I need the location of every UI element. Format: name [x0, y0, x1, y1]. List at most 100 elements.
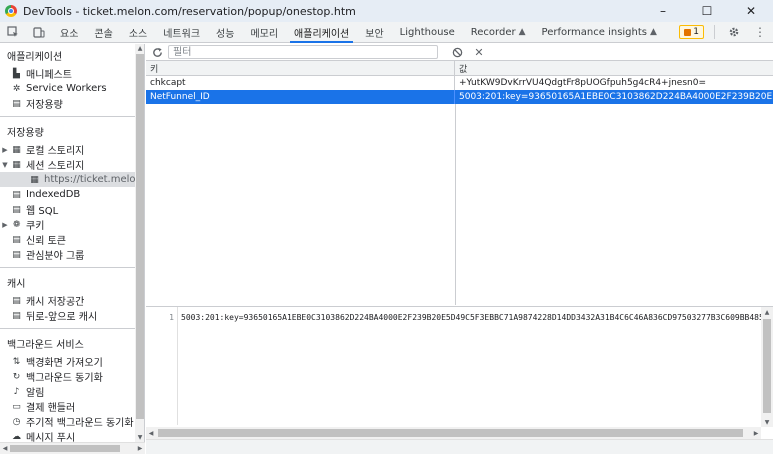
refresh-icon[interactable]	[146, 44, 168, 60]
scrollbar-thumb[interactable]	[158, 429, 743, 437]
sidebar-item-label: 쿠키	[26, 221, 45, 232]
sidebar-item-manifest[interactable]: ▙ 매니페스트	[0, 66, 135, 82]
inspect-element-icon[interactable]	[0, 22, 26, 42]
more-options-icon[interactable]: ⋮	[747, 22, 773, 42]
sidebar-item-push-messaging[interactable]: ☁ 메시지 푸시	[0, 429, 135, 443]
window-controls: – ☐ ✕	[641, 0, 773, 22]
sidebar-item-interest-groups[interactable]: ▤ 관심분야 그룹	[0, 247, 135, 263]
sidebar-item-session-storage[interactable]: ▼ ▦ 세션 스토리지	[0, 157, 135, 173]
sidebar-item-web-sql[interactable]: ▤ 웹 SQL	[0, 202, 135, 218]
flask-icon: ▲	[518, 27, 526, 37]
database-icon: ▤	[12, 234, 21, 245]
sidebar-item-label: 매니페스트	[26, 70, 72, 81]
scroll-right-arrow-icon[interactable]: ▶	[751, 427, 761, 439]
preview-horizontal-scrollbar[interactable]: ◀ ▶	[146, 427, 761, 439]
section-cache: 캐시	[7, 278, 26, 290]
sidebar-item-label: 로컬 스토리지	[26, 146, 85, 157]
clear-all-icon[interactable]	[446, 44, 468, 60]
storage-main-panel: ✕ 키 값 chkcapt +YutKW9DvKrrVU4QdgtFr8pUOG…	[146, 44, 773, 454]
sidebar-item-label: https://ticket.melon.com	[44, 174, 135, 185]
row-key[interactable]: NetFunnel_ID	[146, 90, 455, 104]
section-application: 애플리케이션	[7, 51, 63, 63]
table-row-selected[interactable]: NetFunnel_ID 5003:201:key=93650165A1EBE0…	[146, 90, 773, 104]
minimize-button[interactable]: –	[641, 0, 685, 22]
row-value[interactable]: 5003:201:key=93650165A1EBE0C3103862D224B…	[455, 90, 773, 104]
tab-security[interactable]: 보안	[357, 22, 391, 42]
sidebar-horizontal-scrollbar[interactable]: ◀ ▶	[0, 442, 145, 454]
value-preview-text[interactable]: 5003:201:key=93650165A1EBE0C3103862D224B…	[181, 313, 761, 322]
sidebar-item-session-origin[interactable]: ▦ https://ticket.melon.com	[0, 172, 135, 187]
sidebar-item-bfcache[interactable]: ▤ 뒤로-앞으로 캐시	[0, 308, 135, 324]
scroll-right-arrow-icon[interactable]: ▶	[135, 443, 145, 454]
device-toolbar-icon[interactable]	[26, 22, 52, 42]
scrollbar-thumb[interactable]	[136, 54, 144, 419]
sidebar-item-periodic-sync[interactable]: ◷ 주기적 백그라운드 동기화	[0, 414, 135, 430]
window-titlebar: DevTools - ticket.melon.com/reservation/…	[0, 0, 773, 22]
sidebar-item-background-sync[interactable]: ↻ 백그라운드 동기화	[0, 369, 135, 385]
tab-lighthouse[interactable]: Lighthouse	[392, 22, 463, 42]
divider	[0, 267, 135, 268]
column-header-value[interactable]: 값	[455, 61, 773, 75]
application-sidebar: 애플리케이션 ▙ 매니페스트 ✲ Service Workers ▤ 저장용량 저장용…	[0, 44, 135, 442]
line-gutter: 1	[146, 307, 178, 425]
delete-selected-icon[interactable]: ✕	[468, 44, 490, 60]
flask-icon: ▲	[650, 27, 657, 37]
sidebar-item-indexeddb[interactable]: ▤ IndexedDB	[0, 187, 135, 202]
expand-arrow-icon[interactable]: ▶	[0, 221, 10, 229]
scroll-left-arrow-icon[interactable]: ◀	[146, 427, 156, 439]
sidebar-item-label: 결제 핸들러	[26, 403, 76, 414]
table-row[interactable]: chkcapt +YutKW9DvKrrVU4QdgtFr8pUOGfpuh5g…	[146, 76, 773, 90]
database-icon: ▤	[12, 98, 21, 109]
sidebar-item-label: 백그라운드 동기화	[26, 373, 103, 384]
sidebar-item-cookies[interactable]: ▶ ❁ 쿠키	[0, 217, 135, 233]
tab-memory[interactable]: 메모리	[242, 22, 286, 42]
sidebar-item-storage[interactable]: ▤ 저장용량	[0, 96, 135, 112]
column-header-key[interactable]: 키	[146, 61, 455, 75]
tab-elements[interactable]: 요소	[52, 22, 86, 42]
scroll-left-arrow-icon[interactable]: ◀	[0, 443, 10, 454]
row-key[interactable]: chkcapt	[146, 76, 455, 90]
tab-recorder[interactable]: Recorder ▲	[463, 22, 534, 42]
tab-application[interactable]: 애플리케이션	[286, 22, 357, 43]
sidebar-item-local-storage[interactable]: ▶ ▦ 로컬 스토리지	[0, 142, 135, 158]
issues-count: 1	[693, 27, 699, 37]
sidebar-item-notifications[interactable]: ♪ 알림	[0, 384, 135, 400]
line-number: 1	[169, 313, 174, 322]
close-window-button[interactable]: ✕	[729, 0, 773, 22]
sidebar-item-service-workers[interactable]: ✲ Service Workers	[0, 81, 135, 96]
tab-performance-insights[interactable]: Performance insights ▲	[534, 22, 665, 42]
expand-arrow-icon[interactable]: ▶	[0, 146, 10, 154]
filter-input[interactable]	[168, 45, 438, 59]
sidebar-item-label: 주기적 백그라운드 동기화	[26, 418, 134, 429]
issues-badge[interactable]: 1	[679, 25, 704, 39]
sidebar-item-trust-tokens[interactable]: ▤ 신뢰 토큰	[0, 232, 135, 248]
sidebar-item-label: Service Workers	[26, 83, 107, 94]
scrollbar-thumb[interactable]	[763, 319, 771, 413]
table-grid-icon: ▦	[30, 174, 39, 185]
collapse-arrow-icon[interactable]: ▼	[0, 161, 10, 169]
preview-footer	[146, 439, 773, 454]
scroll-up-arrow-icon[interactable]: ▲	[135, 44, 145, 53]
tab-console[interactable]: 콘솔	[86, 22, 120, 42]
database-icon: ▤	[12, 189, 21, 200]
cloud-icon: ☁	[12, 431, 21, 442]
divider	[0, 328, 135, 329]
sidebar-vertical-scrollbar[interactable]: ▲ ▼	[135, 44, 145, 442]
maximize-button[interactable]: ☐	[685, 0, 729, 22]
gear-icon: ✲	[12, 83, 21, 94]
sidebar-item-payment-handler[interactable]: ▭ 결제 핸들러	[0, 399, 135, 415]
tab-sources[interactable]: 소스	[121, 22, 155, 42]
scroll-down-arrow-icon[interactable]: ▼	[135, 433, 145, 442]
tab-network[interactable]: 네트워크	[155, 22, 208, 42]
row-value[interactable]: +YutKW9DvKrrVU4QdgtFr8pUOGfpuh5g4cR4+jne…	[455, 76, 773, 90]
scrollbar-thumb[interactable]	[10, 445, 120, 452]
preview-vertical-scrollbar[interactable]: ▲ ▼	[761, 307, 773, 427]
sidebar-item-cache-storage[interactable]: ▤ 캐시 저장공간	[0, 293, 135, 309]
tab-performance[interactable]: 성능	[208, 22, 242, 42]
sidebar-item-background-fetch[interactable]: ⇅ 백경화면 가져오기	[0, 354, 135, 370]
sync-icon: ↻	[12, 371, 21, 382]
scroll-down-arrow-icon[interactable]: ▼	[761, 417, 773, 427]
scroll-up-arrow-icon[interactable]: ▲	[761, 307, 773, 317]
settings-gear-icon[interactable]	[721, 22, 747, 42]
sidebar-item-label: 관심분야 그룹	[26, 251, 85, 262]
